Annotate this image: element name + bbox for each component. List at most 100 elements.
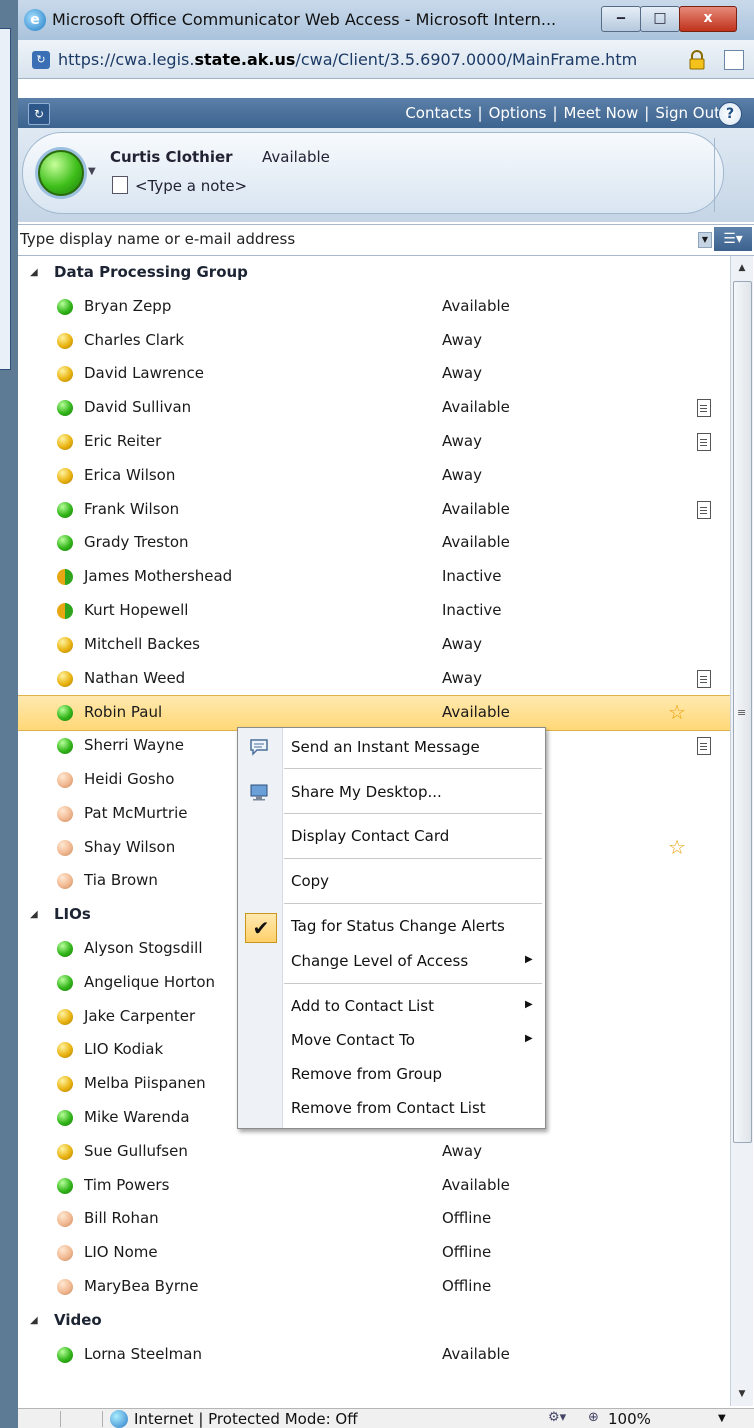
contact-row[interactable]: Grady Treston Available [18,526,730,560]
collapse-triangle-icon[interactable]: ◢ [30,909,38,920]
contact-status: Offline [442,1277,492,1295]
contact-row[interactable]: Sue Gullufsen Away [18,1135,730,1169]
scrollbar[interactable]: ▲ ≡ ▼ [730,256,753,1406]
lock-icon[interactable] [688,50,706,70]
presence-dot-icon [57,502,73,518]
profile-status[interactable]: Available [262,148,330,166]
contact-row[interactable]: James Mothershead Inactive [18,560,730,594]
contact-row[interactable]: Bill Rohan Offline [18,1202,730,1236]
nav-separator: | [644,104,650,122]
menu-item-change-access-level[interactable]: Change Level of Access ▶ [238,944,545,980]
scroll-thumb[interactable]: ≡ [733,281,752,1143]
menu-label-change-access: Change Level of Access [291,952,469,970]
contact-status: Away [442,669,482,687]
context-menu: Send an Instant Message Share My Desktop… [237,727,546,1129]
contact-row[interactable]: Lorna Steelman Available [18,1338,730,1372]
contact-status: Away [442,1142,482,1160]
presence-dot-icon [57,806,73,822]
contact-row[interactable]: Nathan Weed Away [18,662,730,696]
app-refresh-icon[interactable]: ↻ [28,103,50,125]
menu-item-display-contact-card[interactable]: Display Contact Card [238,819,545,855]
presence-dot-icon [57,637,73,653]
menu-item-send-im[interactable]: Send an Instant Message [238,730,545,766]
contact-name: David Lawrence [84,364,204,382]
presence-dot-icon [57,772,73,788]
note-icon [697,670,711,688]
contact-row[interactable]: Kurt Hopewell Inactive [18,594,730,628]
search-dropdown-icon[interactable]: ▼ [698,232,712,248]
nav-meet-now[interactable]: Meet Now [564,104,639,122]
contact-name: Pat McMurtrie [84,804,188,822]
contact-row[interactable]: Erica Wilson Away [18,459,730,493]
scroll-up-icon[interactable]: ▲ [731,256,753,280]
address-bar[interactable]: ↻ https://cwa.legis.state.ak.us/cwa/Clie… [18,40,754,79]
contact-row[interactable]: David Lawrence Away [18,357,730,391]
group-header[interactable]: ◢ Video [18,1304,730,1338]
zoom-icon[interactable]: ⊕ [588,1410,599,1425]
contact-row[interactable]: Robin Paul Available ☆ [18,695,730,731]
menu-label-send-im: Send an Instant Message [291,738,480,756]
zoom-level[interactable]: 100% [608,1410,651,1428]
protected-mode-icon[interactable]: ⚙▾ [548,1410,566,1425]
menu-divider [284,768,542,769]
contact-row[interactable]: Frank Wilson Available [18,493,730,527]
chevron-down-icon[interactable]: ▼ [88,166,96,177]
contact-row[interactable]: David Sullivan Available [18,391,730,425]
contact-row[interactable]: Bryan Zepp Available [18,290,730,324]
window-title: Microsoft Office Communicator Web Access… [52,10,557,29]
chevron-down-icon[interactable]: ▼ [718,1413,726,1424]
contact-row[interactable]: MaryBea Byrne Offline [18,1270,730,1304]
close-button[interactable]: x [679,6,737,32]
group-name: Video [54,1310,102,1329]
nav-sign-out[interactable]: Sign Out [655,104,720,122]
nav-contacts[interactable]: Contacts [405,104,471,122]
presence-dot-icon [57,400,73,416]
help-icon[interactable]: ? [718,102,742,126]
presence-dot-icon [57,333,73,349]
contact-name: Tia Brown [84,871,158,889]
presence-dot-icon [57,1347,73,1363]
menu-item-move-contact-to[interactable]: Move Contact To ▶ [238,1023,545,1059]
security-zone[interactable]: Internet | Protected Mode: Off [134,1410,358,1428]
contact-row[interactable]: Charles Clark Away [18,324,730,358]
note-icon [697,399,711,417]
background-window-edge [0,28,11,370]
group-name: Data Processing Group [54,263,248,281]
presence-dot-icon [57,738,73,754]
presence-status-icon[interactable] [38,150,84,196]
menu-item-remove-from-contact-list[interactable]: Remove from Contact List [238,1091,545,1127]
personal-note-field[interactable]: <Type a note> [135,177,247,195]
presence-dot-icon [57,941,73,957]
contact-status: Available [442,1176,510,1194]
collapse-triangle-icon[interactable]: ◢ [30,1315,38,1326]
contact-row[interactable]: LIO Nome Offline [18,1236,730,1270]
search-input[interactable] [18,225,714,253]
view-options-button[interactable]: ☰▾ [714,227,752,251]
profile-name: Curtis Clothier [110,148,233,166]
contact-row[interactable]: Mitchell Backes Away [18,628,730,662]
presence-dot-icon [57,873,73,889]
menu-item-copy[interactable]: Copy [238,864,545,900]
contact-status: Away [442,364,482,382]
menu-item-add-to-contact-list[interactable]: Add to Contact List ▶ [238,989,545,1025]
presence-dot-icon [57,1279,73,1295]
chat-bubble-icon [250,739,268,756]
menu-item-share-desktop[interactable]: Share My Desktop... [238,775,545,811]
address-url[interactable]: https://cwa.legis.state.ak.us/cwa/Client… [58,50,637,69]
group-header[interactable]: ◢ Data Processing Group [18,256,730,290]
minimize-button[interactable]: ‒ [601,6,641,32]
compatibility-icon[interactable] [724,50,744,70]
maximize-button[interactable]: □ [640,6,680,32]
menu-item-remove-from-group[interactable]: Remove from Group [238,1057,545,1093]
contact-name: Bryan Zepp [84,297,172,315]
collapse-triangle-icon[interactable]: ◢ [30,267,38,278]
scroll-down-icon[interactable]: ▼ [731,1382,753,1406]
contact-row[interactable]: Eric Reiter Away [18,425,730,459]
search-row: ▼ ☰▾ [18,224,754,256]
url-domain: state.ak.us [194,50,296,69]
presence-dot-icon [57,1076,73,1092]
contact-name: Shay Wilson [84,838,176,856]
nav-options[interactable]: Options [489,104,547,122]
menu-item-tag-status-alerts[interactable]: ✔ Tag for Status Change Alerts [238,909,545,945]
contact-row[interactable]: Tim Powers Available [18,1169,730,1203]
